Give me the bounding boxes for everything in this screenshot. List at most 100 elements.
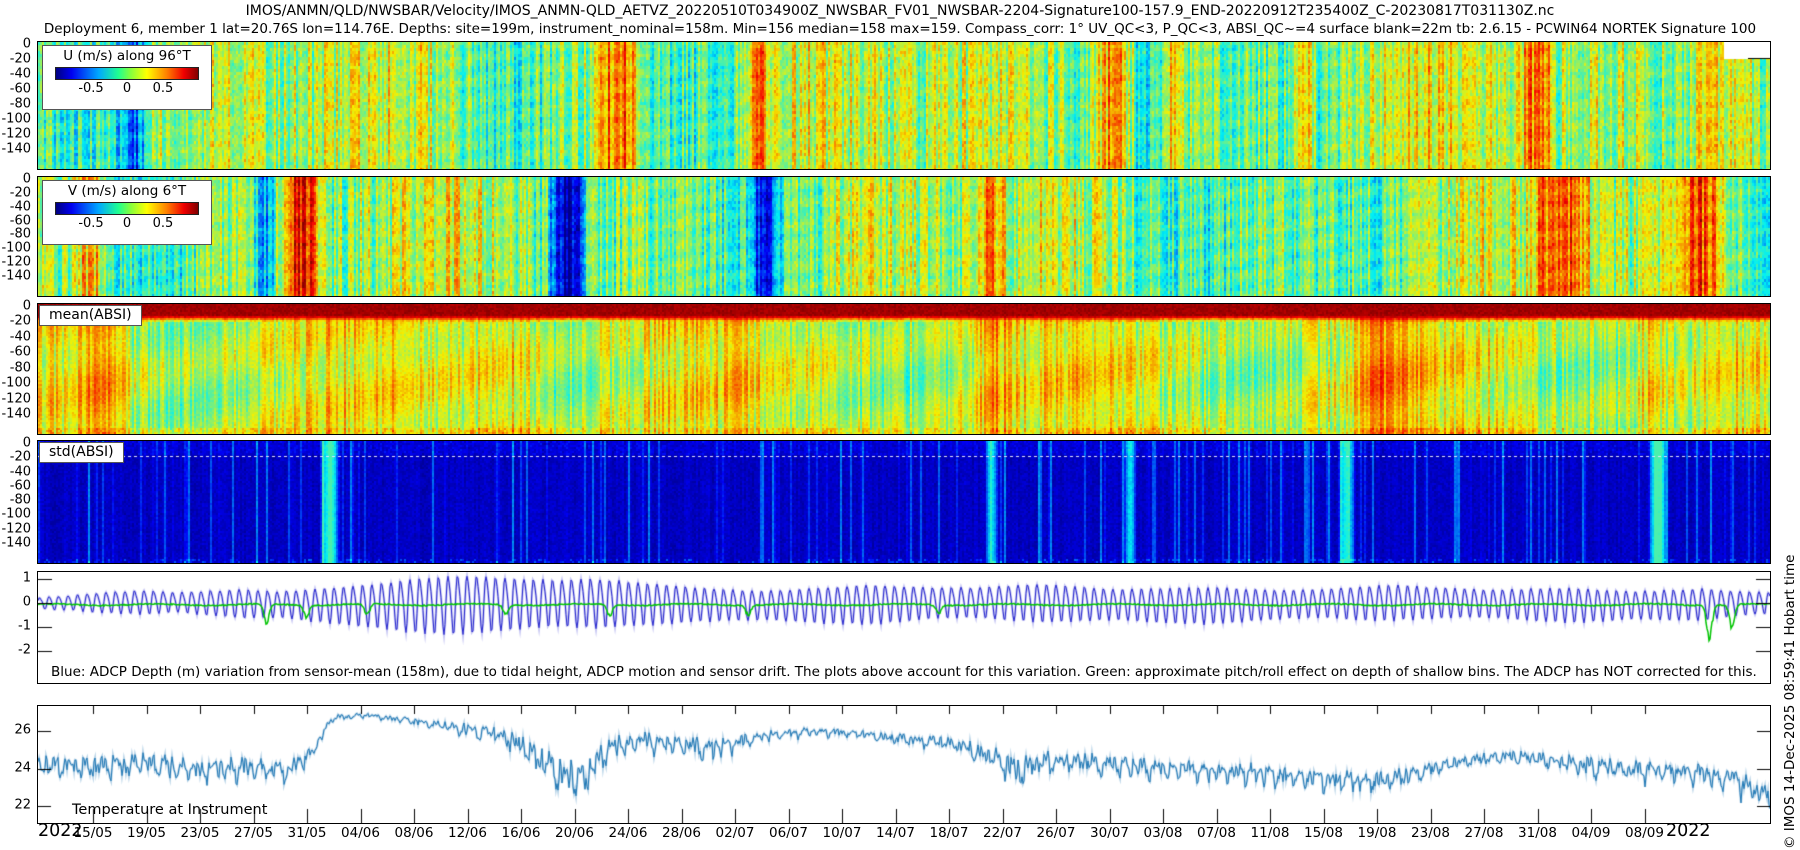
depth-tick-label: -140: [1, 536, 31, 551]
figure-title: IMOS/ANMN/QLD/NWSBAR/Velocity/IMOS_ANMN-…: [0, 3, 1800, 19]
date-label: 27/05: [234, 825, 273, 841]
depth-tick-label: -120: [1, 127, 31, 142]
figure-subtitle: Deployment 6, member 1 lat=20.76S lon=11…: [0, 21, 1800, 37]
temperature-tick-label: 24: [14, 761, 31, 776]
panel-std-absi: std(ABSI): [37, 440, 1771, 564]
depth-tick-label: -140: [1, 407, 31, 422]
v-colorbar-legend: V (m/s) along 6°T -0.5 0 0.5: [42, 180, 212, 245]
depth-tick-label: -120: [1, 391, 31, 406]
v-colorbar-ticks: -0.5 0 0.5: [55, 216, 199, 230]
u-legend-title: U (m/s) along 96°T: [47, 48, 207, 64]
v-colorbar-gradient: [55, 202, 199, 215]
temperature-label: Temperature at Instrument: [72, 802, 267, 818]
date-label: 19/08: [1358, 825, 1397, 841]
date-label: 02/07: [716, 825, 755, 841]
date-label: 26/07: [1037, 825, 1076, 841]
std-absi-heatmap: [38, 441, 1770, 563]
colorbar-tick-label: 0.5: [153, 216, 174, 231]
date-label: 03/08: [1144, 825, 1183, 841]
temperature-axis: 26 24 22: [0, 705, 35, 822]
depth-tick-label: -80: [10, 227, 31, 242]
depth-tick-label: -40: [10, 67, 31, 82]
date-label: 06/07: [769, 825, 808, 841]
temperature-plot: [38, 706, 1770, 823]
depth-tick-label: -100: [1, 376, 31, 391]
v-depth-axis: 0-20-40-60-80-100-120-140: [0, 176, 35, 295]
figure-root: IMOS/ANMN/QLD/NWSBAR/Velocity/IMOS_ANMN-…: [0, 0, 1800, 850]
depth-tick-label: -20: [10, 185, 31, 200]
u-depth-axis: 0-20-40-60-80-100-120-140: [0, 41, 35, 168]
date-label: 11/08: [1251, 825, 1290, 841]
watermark-timestamp: © IMOS 14-Dec-2025 08:59:41 Hobart time: [1782, 555, 1798, 849]
depth-tick-label: 0: [23, 436, 31, 451]
date-label: 23/05: [181, 825, 220, 841]
year-label-right: 2022: [1666, 821, 1711, 841]
panel-temperature: Temperature at Instrument: [37, 705, 1771, 824]
u-velocity-heatmap: [38, 42, 1770, 169]
depth-tick-label: -40: [10, 464, 31, 479]
date-label: 28/06: [662, 825, 701, 841]
temperature-tick-label: 22: [14, 798, 31, 813]
depth-tick-label: -100: [1, 507, 31, 522]
depth-tick-label: -100: [1, 241, 31, 256]
depth-variation-axis: 10-1-2: [0, 571, 35, 682]
date-label: 31/05: [288, 825, 327, 841]
depth-tick-label: -100: [1, 112, 31, 127]
std-absi-label-box: std(ABSI): [39, 442, 124, 463]
depth-tick-label: -60: [10, 82, 31, 97]
date-label: 31/08: [1518, 825, 1557, 841]
date-label: 07/08: [1197, 825, 1236, 841]
u-colorbar-ticks: -0.5 0 0.5: [55, 81, 199, 95]
depth-tick-label: -20: [10, 450, 31, 465]
panel-depth-variation: Blue: ADCP Depth (m) variation from sens…: [37, 571, 1771, 684]
depth-variation-tick-label: -2: [18, 643, 31, 658]
date-label: 22/07: [983, 825, 1022, 841]
colorbar-tick-label: -0.5: [78, 81, 103, 96]
depth-tick-label: 0: [23, 37, 31, 52]
v-legend-title: V (m/s) along 6°T: [47, 183, 207, 199]
depth-variation-tick-label: 0: [23, 595, 31, 610]
date-label: 27/08: [1465, 825, 1504, 841]
temperature-tick-label: 26: [14, 723, 31, 738]
depth-tick-label: -80: [10, 97, 31, 112]
depth-tick-label: 0: [23, 172, 31, 187]
date-label: 23/08: [1411, 825, 1450, 841]
date-label: 10/07: [823, 825, 862, 841]
u-colorbar-legend: U (m/s) along 96°T -0.5 0 0.5: [42, 45, 212, 110]
depth-tick-label: -140: [1, 142, 31, 157]
date-label: 24/06: [609, 825, 648, 841]
mean-absi-depth-axis: 0-20-40-60-80-100-120-140: [0, 303, 35, 433]
u-colorbar-gradient: [55, 67, 199, 80]
date-label: 12/06: [448, 825, 487, 841]
depth-tick-label: -80: [10, 493, 31, 508]
depth-tick-label: -60: [10, 478, 31, 493]
depth-tick-label: -120: [1, 255, 31, 270]
x-axis-labels: 2022 2022 15/0519/0523/0527/0531/0504/06…: [0, 822, 1800, 848]
colorbar-tick-label: -0.5: [78, 216, 103, 231]
date-label: 15/08: [1304, 825, 1343, 841]
depth-tick-label: -60: [10, 345, 31, 360]
date-label: 08/09: [1625, 825, 1664, 841]
mean-absi-heatmap: [38, 304, 1770, 434]
date-label: 15/05: [74, 825, 113, 841]
date-label: 18/07: [930, 825, 969, 841]
date-label: 20/06: [555, 825, 594, 841]
date-label: 04/09: [1572, 825, 1611, 841]
date-label: 16/06: [502, 825, 541, 841]
panel-u-velocity: U (m/s) along 96°T -0.5 0 0.5: [37, 41, 1771, 170]
depth-tick-label: -20: [10, 314, 31, 329]
panel-mean-absi: mean(ABSI): [37, 303, 1771, 435]
colorbar-tick-label: 0: [123, 216, 131, 231]
v-velocity-heatmap: [38, 177, 1770, 296]
colorbar-tick-label: 0: [123, 81, 131, 96]
date-label: 30/07: [1090, 825, 1129, 841]
colorbar-tick-label: 0.5: [153, 81, 174, 96]
std-absi-depth-axis: 0-20-40-60-80-100-120-140: [0, 440, 35, 562]
date-label: 08/06: [395, 825, 434, 841]
depth-variation-caption: Blue: ADCP Depth (m) variation from sens…: [51, 664, 1757, 680]
depth-tick-label: -120: [1, 521, 31, 536]
date-label: 19/05: [127, 825, 166, 841]
depth-tick-label: -40: [10, 329, 31, 344]
depth-variation-tick-label: -1: [18, 619, 31, 634]
depth-tick-label: -60: [10, 213, 31, 228]
